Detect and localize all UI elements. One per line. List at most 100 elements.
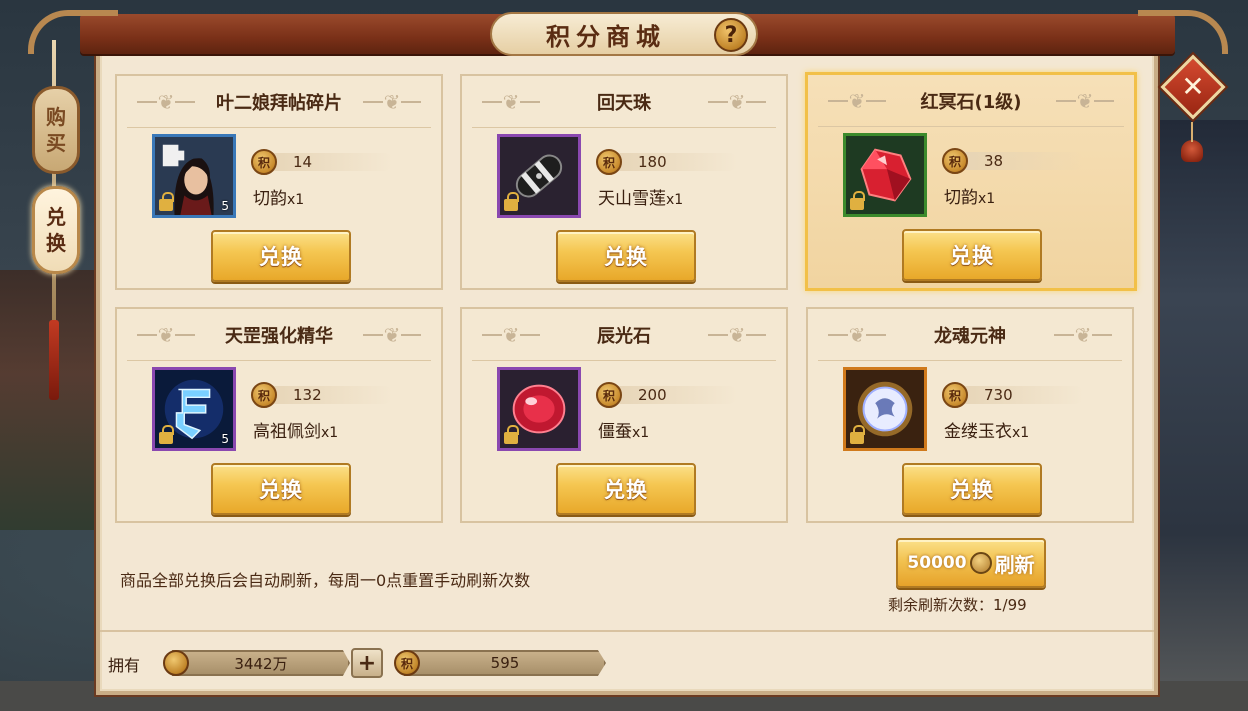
exchange-button[interactable]: 兑换	[556, 230, 696, 282]
exchange-button[interactable]: 兑换	[211, 230, 351, 282]
item-name: 叶二娘拜帖碎片	[216, 92, 342, 114]
card-header: ❦ 龙魂元神 ❦	[818, 309, 1122, 361]
copper-balance-bar: 3442万	[172, 650, 350, 676]
points-coin-icon: 积	[251, 382, 277, 408]
requirement-qty: x1	[632, 425, 650, 441]
item-price: 200	[638, 386, 667, 404]
refresh-label: 刷新	[994, 552, 1035, 577]
points-coin-icon: 积	[596, 149, 622, 175]
background-scenery-left	[0, 270, 95, 530]
tab-exchange-char-1: 兑	[46, 205, 66, 229]
exchange-button[interactable]: 兑换	[902, 463, 1042, 515]
header-ornament-left	[28, 10, 118, 54]
cloud-ornament-icon: ❦	[482, 325, 540, 345]
item-price: 730	[984, 386, 1013, 404]
dark-bead-icon[interactable]	[497, 134, 581, 218]
copper-coin-icon	[163, 650, 189, 676]
copper-coin-icon	[969, 552, 992, 574]
copper-amount: 3442万	[234, 654, 288, 673]
cloud-ornament-icon: ❦	[1055, 91, 1114, 111]
price-row: 积 180	[596, 149, 738, 175]
requirement: 僵蚕x1	[598, 417, 649, 442]
dragon-orb-icon[interactable]	[843, 367, 927, 451]
cloud-ornament-icon: ❦	[828, 91, 886, 111]
price-row: 积 132	[251, 382, 393, 408]
tab-exchange[interactable]: 兑 换	[32, 186, 80, 274]
shop-item-card[interactable]: ❦ 辰光石 ❦ 积 200 僵蚕x1 兑换	[460, 307, 788, 523]
page-title: 积分商城	[546, 21, 666, 51]
price-row: 积 730	[942, 382, 1084, 408]
tab-buy[interactable]: 购 买	[32, 86, 80, 174]
lock-icon	[504, 192, 519, 211]
tab-exchange-char-2: 换	[46, 231, 66, 255]
item-count: 5	[221, 199, 229, 213]
requirement: 金缕玉衣x1	[944, 417, 1029, 442]
cloud-ornament-icon: ❦	[137, 92, 195, 112]
requirement-qty: x1	[1012, 425, 1030, 441]
cloud-ornament-icon: ❦	[1054, 325, 1112, 345]
cloud-ornament-icon: ❦	[708, 325, 766, 345]
lock-icon	[159, 192, 174, 211]
cloud-ornament-icon: ❦	[363, 92, 421, 112]
footer-divider	[100, 630, 1154, 632]
card-header: ❦ 红冥石(1级) ❦	[818, 75, 1124, 127]
exchange-button[interactable]: 兑换	[211, 463, 351, 515]
cloud-ornament-icon: ❦	[828, 325, 886, 345]
points-coin-icon: 积	[251, 149, 277, 175]
cloud-ornament-icon: ❦	[708, 92, 766, 112]
owned-label: 拥有	[108, 656, 141, 675]
requirement-name: 切韵	[944, 188, 978, 208]
item-name: 龙魂元神	[934, 325, 1006, 347]
requirement: 高祖佩剑x1	[253, 417, 338, 442]
help-icon: ?	[724, 22, 738, 48]
requirement: 切韵x1	[944, 183, 995, 208]
requirement-name: 高祖佩剑	[253, 422, 321, 442]
refresh-button[interactable]: 50000 刷新	[896, 538, 1046, 588]
shop-item-card-selected[interactable]: ❦ 红冥石(1级) ❦ 积 38 切韵x1 兑换	[805, 72, 1137, 291]
close-icon: ✕	[1181, 70, 1205, 103]
lock-icon	[504, 425, 519, 444]
shop-item-card[interactable]: ❦ 龙魂元神 ❦ 积 730 金缕玉衣x1 兑换	[806, 307, 1134, 523]
exchange-button[interactable]: 兑换	[556, 463, 696, 515]
item-name: 天罡强化精华	[225, 325, 333, 347]
requirement-qty: x1	[978, 191, 996, 207]
points-coin-icon: 积	[942, 382, 968, 408]
requirement-qty: x1	[321, 425, 339, 441]
lock-icon	[850, 425, 865, 444]
refresh-notice: 商品全部兑换后会自动刷新，每周一0点重置手动刷新次数	[120, 571, 531, 590]
close-button[interactable]: ✕	[1160, 54, 1226, 120]
shop-item-card[interactable]: ❦ 回天珠 ❦ 积 180 天山雪莲x1 兑换	[460, 74, 788, 290]
shop-item-card[interactable]: ❦ 叶二娘拜帖碎片 ❦ 5 积 14 切韵x1 兑换	[115, 74, 443, 290]
price-row: 积 38	[942, 148, 1084, 174]
blue-rune-icon[interactable]: 5	[152, 367, 236, 451]
item-price: 14	[293, 153, 313, 171]
item-price: 38	[984, 152, 1004, 170]
exchange-button[interactable]: 兑换	[902, 229, 1042, 281]
item-name: 辰光石	[597, 325, 651, 347]
item-count: 5	[221, 432, 229, 446]
lock-icon	[159, 425, 174, 444]
requirement-name: 金缕玉衣	[944, 422, 1012, 442]
add-copper-button[interactable]: +	[351, 648, 383, 678]
price-row: 积 200	[596, 382, 738, 408]
points-amount: 595	[490, 654, 520, 672]
portrait-fragment-icon[interactable]: 5	[152, 134, 236, 218]
header-ornament-right	[1138, 10, 1228, 54]
ruby-stone-icon[interactable]	[497, 367, 581, 451]
item-name: 红冥石(1级)	[920, 91, 1022, 113]
cloud-ornament-icon: ❦	[137, 325, 195, 345]
refresh-cost: 50000	[907, 553, 967, 573]
item-price: 180	[638, 153, 667, 171]
requirement: 切韵x1	[253, 184, 304, 209]
requirement-qty: x1	[666, 192, 684, 208]
points-coin-icon: 积	[942, 148, 968, 174]
red-gem-icon[interactable]	[843, 133, 927, 217]
shop-item-card[interactable]: ❦ 天罡强化精华 ❦ 5 积 132 高祖佩剑x1 兑换	[115, 307, 443, 523]
background-scenery-right	[1153, 120, 1248, 711]
requirement-name: 切韵	[253, 189, 287, 209]
card-header: ❦ 辰光石 ❦	[472, 309, 776, 361]
card-header: ❦ 天罡强化精华 ❦	[127, 309, 431, 361]
points-coin-icon: 积	[394, 650, 420, 676]
refresh-remaining: 剩余刷新次数：1/99	[888, 596, 1027, 614]
help-button[interactable]: ?	[714, 18, 748, 52]
